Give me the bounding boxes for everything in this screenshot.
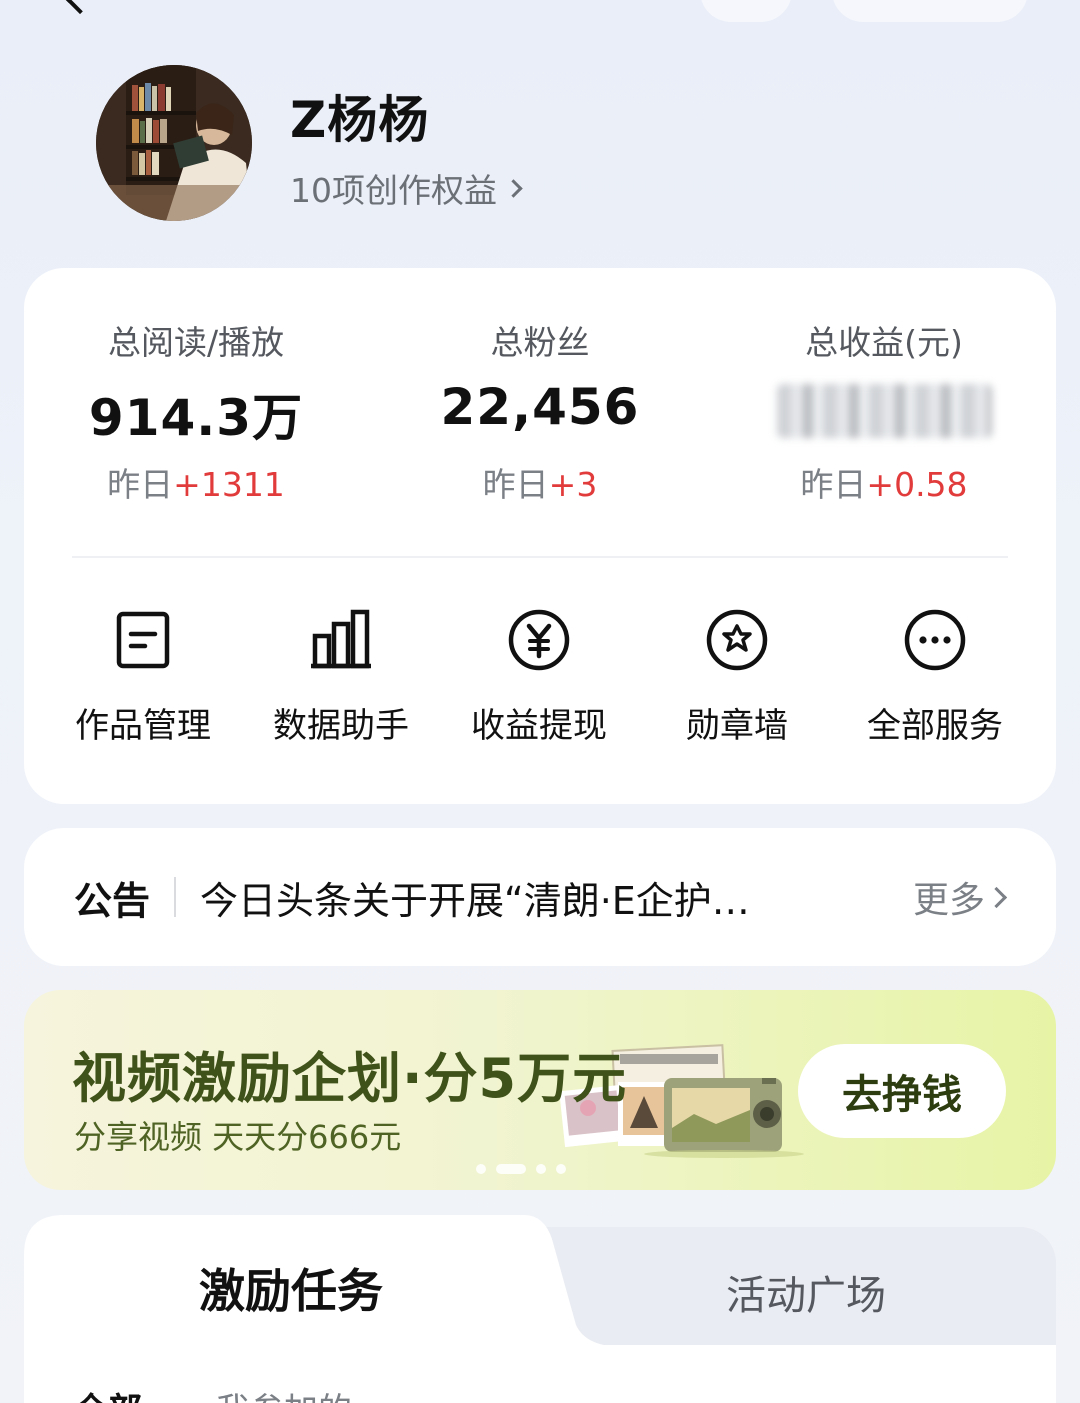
announcement-bar[interactable]: 公告 今日头条关于开展“清朗·E企护… 更多 (24, 828, 1056, 966)
tab-activity-square[interactable]: 活动广场 (726, 1263, 886, 1321)
announcement-text[interactable]: 今日头条关于开展“清朗·E企护… (200, 870, 840, 925)
stat-delta: 昨日+3 (370, 458, 710, 506)
document-icon (111, 608, 175, 672)
stat-total-fans[interactable]: 总粉丝 22,456 昨日+3 (370, 316, 710, 506)
announcement-more-link[interactable]: 更多 (912, 871, 1008, 923)
carousel-dot (536, 1164, 546, 1174)
stat-delta-prefix: 昨日 (800, 465, 867, 504)
service-works-management[interactable]: 作品管理 (44, 608, 242, 747)
stat-delta: 昨日+1311 (26, 458, 366, 506)
service-withdraw-income[interactable]: 收益提现 (440, 608, 638, 747)
yuan-icon (507, 608, 571, 672)
bar-chart-icon (309, 608, 373, 672)
chevron-right-icon (985, 886, 1008, 908)
blurred-value (776, 384, 992, 438)
carousel-dot (476, 1164, 486, 1174)
service-all-services[interactable]: 全部服务 (836, 608, 1034, 747)
stat-delta-value: +1311 (173, 465, 285, 504)
stat-delta-value: +3 (548, 465, 598, 504)
service-label: 收益提现 (471, 706, 607, 746)
stat-value: 22,456 (440, 378, 640, 436)
back-icon[interactable] (65, 0, 95, 15)
stat-total-reads[interactable]: 总阅读/播放 914.3万 昨日+1311 (26, 316, 366, 506)
benefits-link[interactable]: 10项创作权益 (290, 164, 523, 212)
stats-card: 总阅读/播放 914.3万 昨日+1311 总粉丝 22,456 昨日+3 总收… (24, 268, 1056, 804)
avatar[interactable] (96, 65, 252, 221)
carousel-dot-active (496, 1164, 526, 1174)
stat-delta: 昨日+0.58 (714, 458, 1054, 506)
service-label: 勋章墙 (686, 706, 788, 746)
username: Z杨杨 (290, 91, 430, 149)
carousel-dot (556, 1164, 566, 1174)
banner-subtitle: 分享视频 天天分666元 (74, 1118, 402, 1156)
stat-delta-value: +0.58 (866, 465, 968, 504)
promo-banner[interactable]: 视频激励企划·分5万元 分享视频 天天分666元 去挣钱 (24, 990, 1056, 1190)
service-label: 作品管理 (75, 706, 211, 746)
stat-delta-prefix: 昨日 (107, 465, 174, 504)
chevron-right-icon (504, 178, 523, 198)
subtab-all[interactable]: 全部 (74, 1383, 142, 1403)
header-pill-button[interactable] (832, 0, 1028, 22)
service-badge-wall[interactable]: 勋章墙 (638, 608, 836, 747)
service-label: 数据助手 (273, 706, 409, 746)
service-label: 全部服务 (867, 706, 1003, 746)
tab-content-area (24, 1345, 1056, 1403)
service-data-assistant[interactable]: 数据助手 (242, 608, 440, 747)
badge-star-icon (705, 608, 769, 672)
stat-value: 914.3万 (88, 389, 304, 447)
stat-label: 总阅读/播放 (107, 323, 285, 362)
benefits-link-label: 10项创作权益 (290, 171, 497, 210)
more-label: 更多 (912, 880, 985, 921)
stat-label: 总收益(元) (805, 323, 963, 362)
stat-value-redacted (714, 378, 1054, 444)
stat-delta-prefix: 昨日 (482, 465, 549, 504)
more-dots-icon (903, 608, 967, 672)
stat-label: 总粉丝 (490, 323, 590, 362)
divider (72, 556, 1008, 558)
banner-title: 视频激励企划·分5万元 (72, 1047, 628, 1110)
services-row: 作品管理 数据助手 收益提现 勋章墙 全部服务 (24, 608, 1056, 747)
earn-money-button[interactable]: 去挣钱 (798, 1044, 1006, 1138)
stat-total-income[interactable]: 总收益(元) 昨日+0.58 (714, 316, 1054, 506)
announcement-title: 公告 (74, 878, 151, 923)
header-action-button[interactable] (700, 0, 792, 22)
divider (174, 877, 177, 917)
task-tabs: 激励任务 活动广场 全部 我参加的 (24, 1215, 1056, 1403)
carousel-indicator (476, 1164, 566, 1174)
subtab-joined[interactable]: 我参加的 (216, 1383, 352, 1403)
tab-incentive-tasks[interactable]: 激励任务 (199, 1255, 383, 1321)
